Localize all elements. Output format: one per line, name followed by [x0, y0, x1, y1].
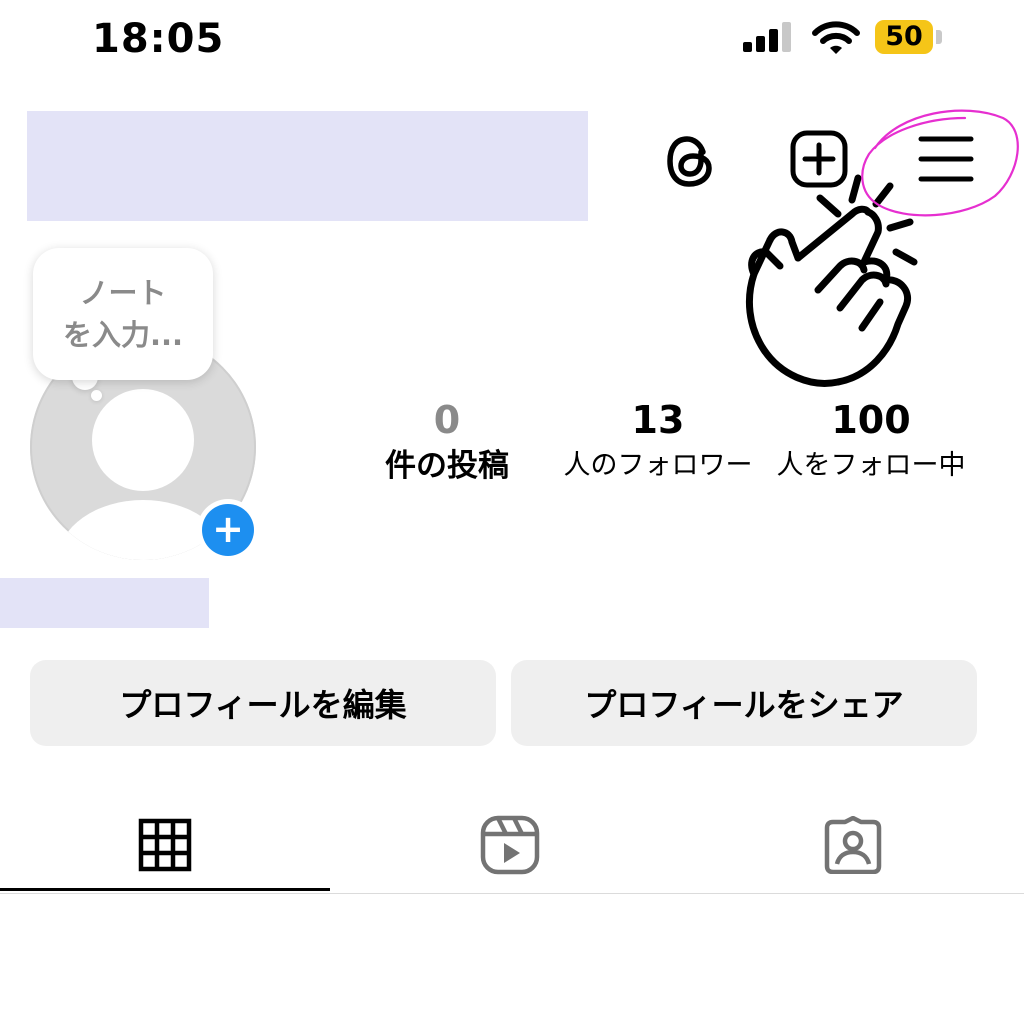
note-placeholder: ノート を入力...	[62, 276, 184, 352]
wifi-icon	[812, 21, 860, 54]
followers-stat[interactable]: 13 人のフォロワー	[558, 396, 758, 488]
posts-count: 0	[433, 398, 461, 442]
posts-stat: 0 件の投稿	[347, 396, 547, 488]
tab-reels[interactable]	[345, 800, 675, 890]
note-bubble[interactable]: ノート を入力...	[33, 248, 213, 380]
username-redacted	[27, 111, 588, 221]
tagged-icon	[824, 816, 882, 874]
tabs-divider	[0, 893, 1024, 894]
followers-label: 人のフォロワー	[563, 450, 753, 481]
active-tab-indicator	[0, 888, 330, 891]
following-label: 人をフォロー中	[776, 450, 966, 481]
share-profile-button[interactable]: プロフィールをシェア	[511, 660, 977, 746]
threads-icon[interactable]	[665, 132, 719, 190]
battery-icon: 50	[875, 20, 933, 54]
tab-tagged[interactable]	[688, 800, 1018, 890]
annotation-highlight-ellipse	[861, 109, 1019, 217]
followers-count: 13	[631, 398, 685, 442]
status-time: 18:05	[92, 16, 225, 62]
posts-label: 件の投稿	[385, 448, 509, 484]
reels-icon	[480, 815, 540, 875]
tab-posts-grid[interactable]	[0, 800, 330, 890]
grid-icon	[138, 818, 192, 872]
plus-icon: +	[202, 504, 254, 556]
note-bubble-tail-small	[91, 390, 102, 401]
add-story-button[interactable]: +	[197, 499, 259, 561]
edit-profile-button[interactable]: プロフィールを編集	[30, 660, 496, 746]
display-name-redacted	[0, 578, 209, 628]
avatar-placeholder-head	[92, 389, 194, 491]
battery-tip	[936, 30, 942, 44]
signal-icon	[743, 22, 791, 52]
